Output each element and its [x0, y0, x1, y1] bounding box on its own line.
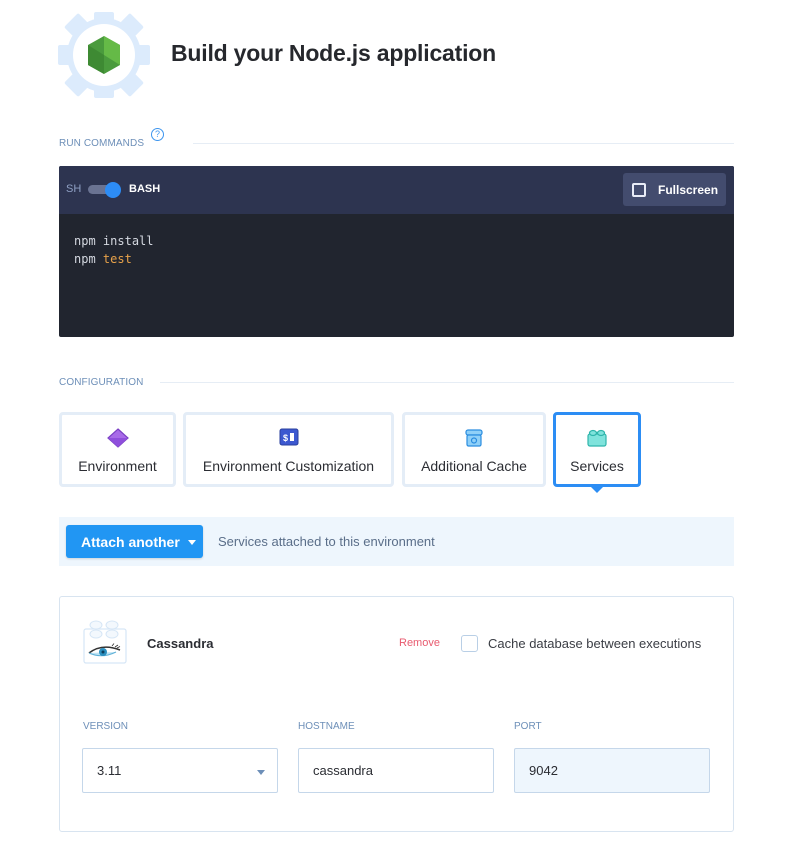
nodejs-gear-logo: [58, 12, 150, 98]
code-argument: install: [102, 234, 154, 248]
toggle-knob: [105, 182, 121, 198]
code-keyword: test: [102, 252, 132, 266]
tab-label: Additional Cache: [421, 458, 527, 474]
hostname-label: HOSTNAME: [298, 721, 355, 732]
remove-service-link[interactable]: Remove: [399, 637, 440, 649]
tab-environment-customization[interactable]: $ Environment Customization: [183, 412, 394, 487]
svg-text:$: $: [283, 433, 288, 443]
gear-icon: [58, 12, 150, 98]
diamond-icon: [106, 428, 129, 453]
services-block-icon: [586, 428, 608, 453]
page-title: Build your Node.js application: [171, 40, 496, 66]
tab-label: Services: [570, 458, 624, 474]
code-command: npm: [74, 252, 96, 266]
editor-toolbar: SH BASH Fullscreen: [59, 166, 734, 214]
services-description: Services attached to this environment: [218, 534, 435, 549]
shell-sh-label: SH: [66, 183, 82, 195]
chevron-down-icon: [257, 770, 265, 775]
active-tab-caret: [591, 487, 603, 493]
version-value: 3.11: [97, 763, 122, 778]
tab-services[interactable]: Services: [553, 412, 641, 493]
code-command: npm: [74, 234, 96, 248]
attach-another-label: Attach another: [81, 533, 180, 550]
services-toolbar: Attach another Services attached to this…: [59, 517, 734, 566]
chevron-down-icon: [187, 540, 196, 545]
cache-database-checkbox[interactable]: [461, 635, 478, 652]
section-divider: [160, 382, 734, 383]
cache-database-label[interactable]: Cache database between executions: [488, 636, 701, 651]
help-icon[interactable]: ?: [151, 128, 164, 141]
configuration-label: CONFIGURATION: [59, 377, 144, 388]
attach-another-button[interactable]: Attach another: [66, 525, 203, 558]
shell-toggle[interactable]: [88, 182, 122, 198]
hostname-value: cassandra: [313, 763, 373, 778]
page-header: [58, 12, 150, 98]
code-area[interactable]: npm install npm test: [74, 232, 154, 268]
version-select[interactable]: 3.11: [82, 748, 278, 793]
tab-environment[interactable]: Environment: [59, 412, 176, 487]
code-line: npm install: [74, 232, 154, 250]
port-input[interactable]: 9042: [514, 748, 710, 793]
terminal-dollar-icon: $: [279, 428, 299, 451]
shell-bash-label: BASH: [129, 183, 161, 195]
tab-label: Environment Customization: [202, 458, 375, 474]
port-label: PORT: [514, 721, 542, 732]
run-commands-editor: SH BASH Fullscreen npm install npm test: [59, 166, 734, 337]
expand-icon: [632, 182, 646, 197]
port-value: 9042: [529, 763, 558, 778]
cache-box-icon: [464, 428, 484, 453]
hostname-input[interactable]: cassandra: [298, 748, 494, 793]
code-line: npm test: [74, 250, 154, 268]
version-label: VERSION: [83, 721, 129, 732]
service-name: Cassandra: [147, 636, 214, 651]
service-card: Cassandra Remove Cache database between …: [59, 596, 734, 832]
run-commands-label: RUN COMMANDS: [59, 138, 145, 149]
tab-label: Environment: [78, 458, 157, 474]
tab-additional-cache[interactable]: Additional Cache: [402, 412, 546, 487]
section-divider: [193, 143, 734, 144]
cassandra-logo-icon: [82, 617, 128, 665]
fullscreen-button[interactable]: Fullscreen: [623, 173, 726, 206]
fullscreen-label: Fullscreen: [658, 182, 719, 197]
